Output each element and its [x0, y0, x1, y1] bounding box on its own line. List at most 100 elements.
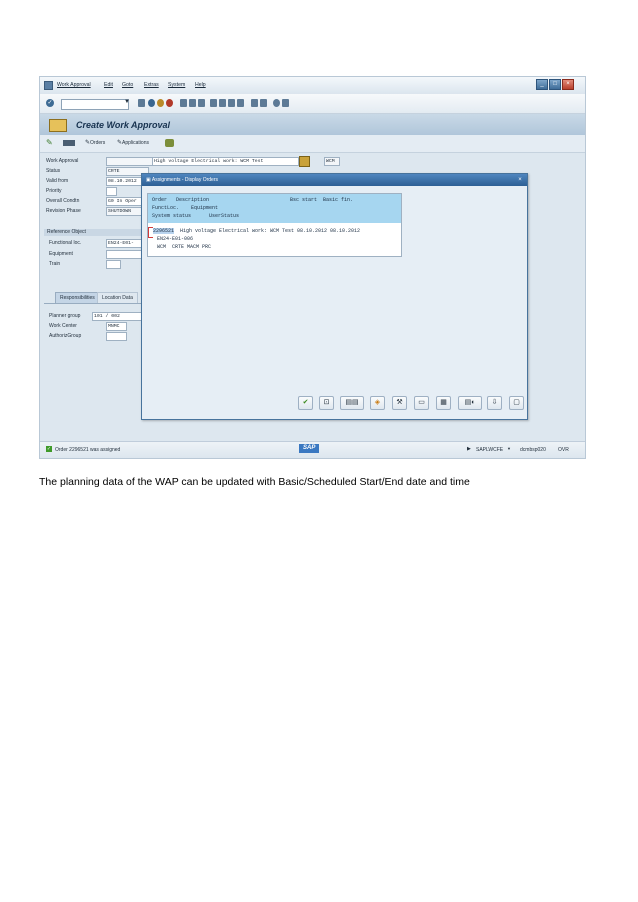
find-icon[interactable] — [189, 99, 196, 107]
row-line-1: High voltage Electrical work: WCM Test 0… — [177, 228, 361, 234]
dialog-close-icon[interactable]: × — [516, 176, 524, 184]
shortcut-icon[interactable] — [260, 99, 267, 107]
applications-button[interactable]: ✎Applications — [117, 139, 149, 146]
enter-icon[interactable]: ✓ — [46, 99, 54, 107]
display-icon[interactable] — [63, 140, 75, 146]
exit-icon[interactable] — [157, 99, 164, 107]
menu-edit[interactable]: Edit — [104, 82, 113, 88]
orders-label: Orders — [90, 140, 106, 146]
close-icon[interactable]: × — [562, 79, 574, 90]
orders-list: Order Description Bsc start Basic fin. F… — [147, 193, 402, 257]
dialog-icon: ▣ — [146, 177, 151, 183]
authorization-group-field[interactable] — [106, 332, 127, 341]
cancel-icon[interactable] — [166, 99, 173, 107]
menu-bar: Work Approval Edit Goto Extras System He… — [40, 77, 585, 94]
revision-phase-label: Revision Phase — [46, 208, 81, 214]
functional-location-label: Functional loc. — [49, 240, 82, 246]
tab-location-data[interactable]: Location Data — [97, 292, 138, 303]
menu-work-approval[interactable]: Work Approval — [57, 82, 91, 88]
caption: The planning data of the WAP can be upda… — [39, 476, 470, 488]
tab-responsibilities[interactable]: Responsibilities — [55, 292, 100, 303]
long-text-icon[interactable] — [299, 156, 310, 167]
display-detail-button[interactable]: ⊡ — [319, 396, 334, 410]
applications-label: Applications — [122, 140, 149, 146]
equipment-label: Equipment — [49, 251, 73, 257]
work-center-field[interactable]: MNMC — [106, 322, 127, 331]
list-header-line-2: FunctLoc. Equipment — [152, 205, 219, 211]
status-label: Status — [46, 168, 61, 174]
server-info: dcmbsp020 — [520, 447, 546, 453]
back-icon[interactable] — [148, 99, 155, 107]
continue-button[interactable]: ✔ — [298, 396, 313, 410]
overall-condition-label: Overall Condtn — [46, 198, 80, 204]
list-header: Order Description Bsc start Basic fin. F… — [148, 194, 401, 223]
valid-from-label: Valid from — [46, 178, 69, 184]
status-triangle-icon[interactable]: ▶ — [467, 446, 471, 452]
work-approval-label: Work Approval — [46, 158, 79, 164]
planner-group-field[interactable]: 101 / 002 — [92, 312, 143, 321]
list-header-line-3: System status UserStatus — [152, 213, 240, 219]
first-page-icon[interactable] — [210, 99, 217, 107]
sap-menu-icon[interactable] — [44, 81, 53, 90]
orders-button[interactable]: ✎Orders — [85, 139, 105, 146]
system-dropdown-icon[interactable]: ▼ — [507, 446, 511, 451]
work-center-label: Work Center — [49, 323, 77, 329]
row-line-2: EN24-E01-006 — [157, 236, 194, 242]
minimize-icon[interactable]: _ — [536, 79, 548, 90]
insert-mode: OVR — [558, 447, 569, 453]
menu-extras[interactable]: Extras — [144, 82, 159, 88]
train-field[interactable] — [106, 260, 121, 269]
list-header-line-1: Order Description Bsc start Basic fin. — [152, 197, 354, 203]
find-next-icon[interactable] — [198, 99, 205, 107]
planner-group-label: Planner group — [49, 313, 81, 319]
sort-button[interactable]: ▦ — [436, 396, 451, 410]
check-icon[interactable]: ✎ — [46, 138, 53, 147]
train-label: Train — [49, 261, 61, 267]
navigate-button[interactable]: ◈ — [370, 396, 385, 410]
tab-panel — [44, 303, 141, 304]
description-field[interactable]: High voltage Electrical work: WCM Test — [152, 157, 299, 166]
dialog-title: Assignments - Display Orders — [151, 177, 218, 183]
list-row[interactable]: 2296521 High voltage Electrical work: WC… — [148, 226, 401, 254]
layout-icon[interactable] — [282, 99, 289, 107]
help-icon[interactable] — [273, 99, 280, 107]
print-button[interactable]: ▢ — [509, 396, 524, 410]
menu-goto[interactable]: Goto — [122, 82, 133, 88]
system-info[interactable]: SAPLWCFE — [476, 447, 503, 453]
page-title: Create Work Approval — [76, 120, 171, 130]
layout-button[interactable]: ▤◐ — [458, 396, 482, 410]
tools-button[interactable]: ⚒ — [392, 396, 407, 410]
authorization-group-label: AuthorizGroup — [49, 333, 82, 339]
excel-button[interactable]: ⇩ — [487, 396, 502, 410]
success-icon: ✓ — [46, 446, 52, 452]
work-approval-field[interactable] — [106, 157, 153, 166]
maximize-icon[interactable]: □ — [549, 79, 561, 90]
save-icon[interactable] — [138, 99, 145, 107]
new-session-icon[interactable] — [251, 99, 258, 107]
sap-logo: SAP — [299, 444, 320, 453]
work-approval-icon — [49, 119, 67, 132]
menu-system[interactable]: System — [168, 82, 185, 88]
partners-icon[interactable] — [165, 139, 174, 147]
dialog-title-bar: ▣ Assignments - Display Orders — [142, 174, 527, 186]
priority-field[interactable] — [106, 187, 117, 196]
description-code-field[interactable]: WCM — [324, 157, 340, 166]
status-message: Order 2296521 was assigned — [55, 447, 121, 453]
row-line-3: WCM CRTE MACM PRC — [157, 244, 212, 250]
equipment-field[interactable] — [106, 250, 145, 259]
print-icon[interactable] — [180, 99, 187, 107]
menu-help[interactable]: Help — [195, 82, 206, 88]
command-field[interactable] — [61, 99, 129, 110]
assignments-dialog: ▣ Assignments - Display Orders × Order D… — [141, 173, 528, 420]
reference-object-header: Reference Object — [44, 229, 143, 236]
dropdown-icon[interactable]: ▼ — [124, 99, 130, 105]
functional-location-field[interactable]: EN24-E01- — [106, 239, 145, 248]
order-number-link[interactable]: 2296521 — [153, 228, 175, 234]
priority-label: Priority — [46, 188, 62, 194]
filter-button[interactable]: ▭ — [414, 396, 429, 410]
select-block-button[interactable]: ▤▤ — [340, 396, 364, 410]
sap-screenshot: Work Approval Edit Goto Extras System He… — [39, 76, 586, 459]
next-page-icon[interactable] — [228, 99, 235, 107]
previous-page-icon[interactable] — [219, 99, 226, 107]
last-page-icon[interactable] — [237, 99, 244, 107]
